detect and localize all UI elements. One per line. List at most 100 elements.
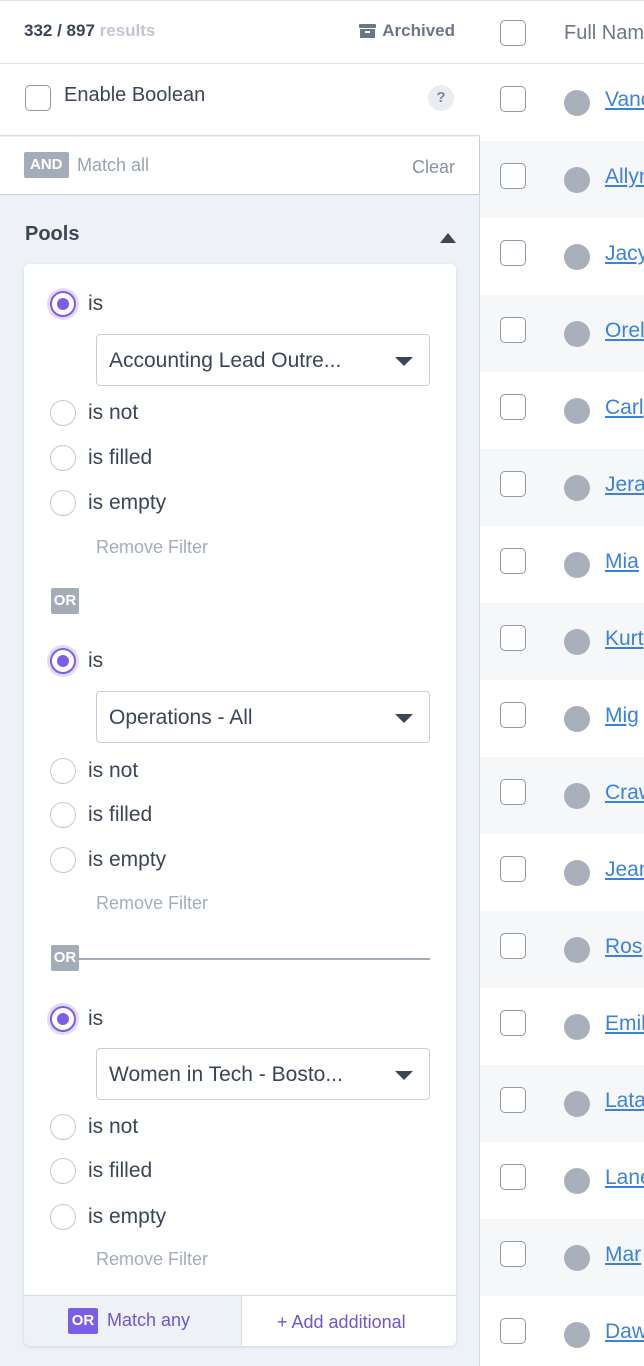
row-checkbox[interactable] <box>500 856 526 882</box>
row-checkbox[interactable] <box>500 702 526 728</box>
avatar <box>564 783 590 809</box>
avatar <box>564 629 590 655</box>
row-checkbox[interactable] <box>500 1164 526 1190</box>
archive-icon <box>359 24 377 38</box>
table-row[interactable]: Lata <box>480 1065 644 1142</box>
candidate-name-link[interactable]: Lane <box>605 1166 644 1190</box>
table-row[interactable]: Jera <box>480 449 644 526</box>
match-any-toggle[interactable]: OR Match any <box>24 1295 241 1346</box>
row-checkbox[interactable] <box>500 471 526 497</box>
filter-2-label-is: is <box>88 649 104 672</box>
candidate-name-link[interactable]: Ros <box>605 935 642 959</box>
table-row[interactable]: Jacy <box>480 218 644 295</box>
table-row[interactable]: Jean <box>480 834 644 911</box>
select-all-checkbox[interactable] <box>500 20 526 46</box>
row-checkbox[interactable] <box>500 394 526 420</box>
candidate-name-link[interactable]: Orel <box>605 319 644 343</box>
row-checkbox[interactable] <box>500 548 526 574</box>
match-all-label: Match all <box>77 155 150 175</box>
enable-boolean-row: Enable Boolean <box>0 64 480 136</box>
table-row[interactable]: Allyn <box>480 141 644 218</box>
table-row[interactable]: Mig <box>480 680 644 757</box>
filter-1-remove-button[interactable]: Remove Filter <box>96 537 208 558</box>
row-checkbox[interactable] <box>500 779 526 805</box>
filter-1-radio-is-empty[interactable] <box>50 490 76 516</box>
candidate-name-link[interactable]: Craw <box>605 781 644 805</box>
row-checkbox[interactable] <box>500 163 526 189</box>
enable-boolean-checkbox[interactable] <box>25 85 51 111</box>
row-checkbox[interactable] <box>500 1241 526 1267</box>
candidate-name-link[interactable]: Lata <box>605 1089 644 1113</box>
clear-button[interactable]: Clear <box>412 157 455 178</box>
filter-2-radio-is[interactable] <box>50 648 76 674</box>
table-row[interactable]: Dawn <box>480 1296 644 1366</box>
row-checkbox[interactable] <box>500 1010 526 1036</box>
table-row[interactable]: Carl <box>480 372 644 449</box>
candidate-name-link[interactable]: Emil <box>605 1012 644 1036</box>
result-count: 332 / 897 results <box>24 21 156 40</box>
table-row[interactable]: Lane <box>480 1142 644 1219</box>
avatar <box>564 706 590 732</box>
or-badge-2: OR <box>51 945 79 971</box>
filter-3-radio-is[interactable] <box>50 1006 76 1032</box>
filter-1-radio-is-filled[interactable] <box>50 445 76 471</box>
row-checkbox[interactable] <box>500 317 526 343</box>
row-checkbox[interactable] <box>500 86 526 112</box>
avatar <box>564 1245 590 1271</box>
table-row[interactable]: Craw <box>480 757 644 834</box>
or-badge-match-any: OR <box>68 1308 98 1334</box>
candidate-name-link[interactable]: Jean <box>605 858 644 882</box>
row-checkbox[interactable] <box>500 933 526 959</box>
or-divider <box>79 958 430 960</box>
table-row[interactable]: Orel <box>480 295 644 372</box>
archived-toggle[interactable]: Archived <box>359 21 455 41</box>
row-checkbox[interactable] <box>500 240 526 266</box>
candidate-name-link[interactable]: Dawn <box>605 1320 644 1344</box>
filter-2-remove-button[interactable]: Remove Filter <box>96 893 208 914</box>
filter-3-radio-is-not[interactable] <box>50 1114 76 1140</box>
candidate-name-link[interactable]: Vance <box>605 88 644 112</box>
filter-3-radio-is-filled[interactable] <box>50 1158 76 1184</box>
filter-1-label-is-not: is not <box>88 401 139 424</box>
filter-2-radio-is-empty[interactable] <box>50 847 76 873</box>
avatar <box>564 167 590 193</box>
avatar <box>564 90 590 116</box>
candidate-name-link[interactable]: Mia <box>605 550 639 574</box>
table-row[interactable]: Mia <box>480 526 644 603</box>
candidates-table: Full Name Vance Allyn Jacy Orel Carl Jera Mia K… <box>480 0 644 1366</box>
table-row[interactable]: Mar <box>480 1219 644 1296</box>
candidate-name-link[interactable]: Jacy <box>605 242 644 266</box>
filter-1-pool-select[interactable]: Accounting Lead Outre... <box>96 334 430 386</box>
collapse-caret-icon[interactable] <box>440 233 456 243</box>
filter-3-pool-value: Women in Tech - Bosto... <box>109 1063 343 1086</box>
table-row[interactable]: Kurt <box>480 603 644 680</box>
filter-1-label-is-filled: is filled <box>88 446 153 469</box>
filter-3-pool-select[interactable]: Women in Tech - Bosto... <box>96 1048 430 1100</box>
filter-1-radio-is-not[interactable] <box>50 400 76 426</box>
candidate-name-link[interactable]: Kurt <box>605 627 644 651</box>
candidate-name-link[interactable]: Mig <box>605 704 639 728</box>
row-checkbox[interactable] <box>500 625 526 651</box>
filter-2-label-is-filled: is filled <box>88 803 153 826</box>
candidate-name-link[interactable]: Jera <box>605 473 644 497</box>
row-checkbox[interactable] <box>500 1318 526 1344</box>
candidate-name-link[interactable]: Mar <box>605 1243 641 1267</box>
filter-sidebar: 332 / 897 results Archived Enable Boolea… <box>0 0 480 1366</box>
filter-2-pool-select[interactable]: Operations - All <box>96 691 430 743</box>
filter-2-radio-is-filled[interactable] <box>50 802 76 828</box>
help-icon[interactable]: ? <box>428 85 454 111</box>
row-checkbox[interactable] <box>500 1087 526 1113</box>
filter-3-radio-is-empty[interactable] <box>50 1204 76 1230</box>
table-row[interactable]: Ros <box>480 911 644 988</box>
column-header-full-name[interactable]: Full Name <box>564 22 644 45</box>
table-row[interactable]: Emil <box>480 988 644 1065</box>
candidate-name-link[interactable]: Carl <box>605 396 644 420</box>
table-row[interactable]: Vance <box>480 64 644 141</box>
filter-1-radio-is[interactable] <box>50 291 76 317</box>
candidate-name-link[interactable]: Allyn <box>605 165 644 189</box>
avatar <box>564 1091 590 1117</box>
add-additional-button[interactable]: + Add additional <box>241 1295 456 1346</box>
chevron-down-icon <box>395 1071 413 1080</box>
filter-2-radio-is-not[interactable] <box>50 758 76 784</box>
filter-3-remove-button[interactable]: Remove Filter <box>96 1249 208 1270</box>
